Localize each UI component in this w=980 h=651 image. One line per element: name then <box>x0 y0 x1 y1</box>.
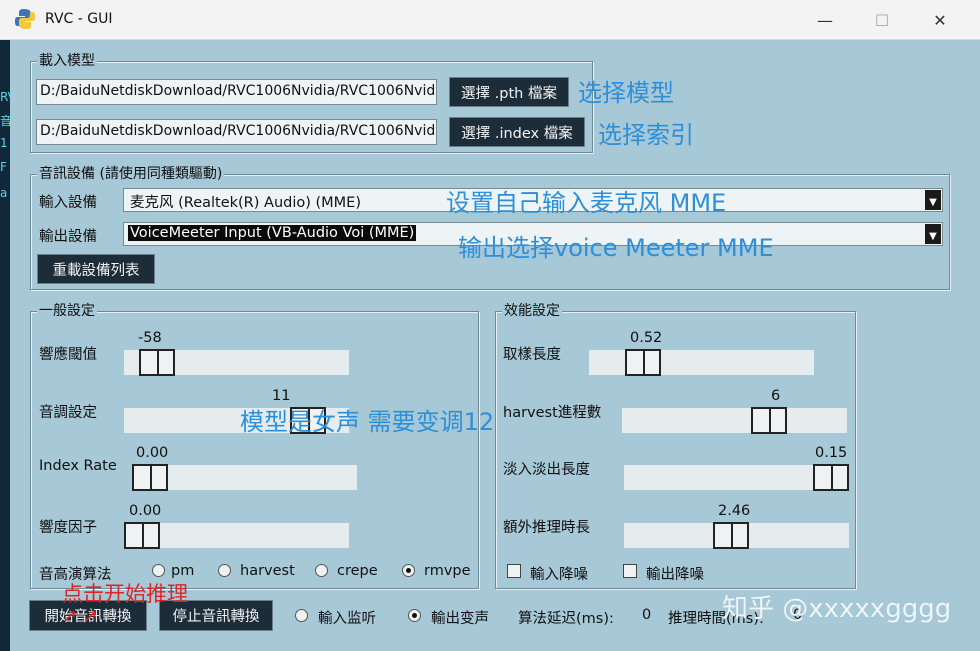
input-denoise-label: 輸入降噪 <box>530 567 588 583</box>
response-threshold-value: -58 <box>138 330 162 346</box>
harvest-procs-label: harvest進程數 <box>503 405 602 421</box>
input-monitor-radio[interactable] <box>295 609 308 622</box>
radio-harvest-label: harvest <box>240 563 295 579</box>
minimize-button[interactable]: — <box>796 0 854 40</box>
extra-time-value: 2.46 <box>718 503 751 519</box>
select-index-button[interactable]: 選擇 .index 檔案 <box>449 117 585 147</box>
harvest-procs-slider[interactable] <box>622 407 847 434</box>
radio-harvest[interactable] <box>218 564 231 577</box>
python-icon <box>15 9 35 29</box>
pth-path-input[interactable]: D:/BaiduNetdiskDownload/RVC1006Nvidia/RV… <box>36 79 437 105</box>
group-title: 音訊設備 (請使用同種類驅動) <box>37 165 225 183</box>
crossfade-value: 0.15 <box>815 445 848 461</box>
output-voice-radio[interactable] <box>408 609 421 622</box>
pitch-label: 音調設定 <box>39 405 97 421</box>
watermark: 知乎 @xxxxxgggg <box>722 594 952 624</box>
annotation-set-output: 输出选择voice Meeter MME <box>458 234 774 262</box>
fragment-text: F <box>0 160 7 174</box>
fragment-text: 音 <box>0 114 10 128</box>
index-rate-label: Index Rate <box>39 458 117 474</box>
extra-time-label: 額外推理時長 <box>503 520 590 536</box>
rms-mix-slider[interactable] <box>124 522 349 549</box>
slider-handle[interactable] <box>625 349 661 376</box>
annotation-select-index: 选择索引 <box>598 121 694 149</box>
chevron-down-icon: ▼ <box>925 224 941 244</box>
group-title: 效能設定 <box>502 302 562 320</box>
select-pth-button[interactable]: 選擇 .pth 檔案 <box>449 77 569 107</box>
fragment-text: RV <box>0 90 10 104</box>
extra-time-slider[interactable] <box>624 522 849 549</box>
output-denoise-label: 輸出降噪 <box>646 567 704 583</box>
slider-handle[interactable] <box>751 407 787 434</box>
annotation-pitch-note: 模型是女声 需要变调12 <box>240 408 495 436</box>
fragment-text: a <box>0 186 8 200</box>
response-threshold-label: 響應閾值 <box>39 347 97 363</box>
response-threshold-slider[interactable] <box>124 349 349 376</box>
input-device-label: 輸入設備 <box>39 195 97 211</box>
input-denoise-checkbox[interactable] <box>507 564 521 578</box>
close-button[interactable]: ✕ <box>911 0 969 40</box>
input-monitor-label: 輸入监听 <box>318 611 376 627</box>
annotation-start-note: 点击开始推理 <box>62 582 188 606</box>
sample-length-label: 取樣長度 <box>503 347 561 363</box>
radio-rmvpe[interactable] <box>402 564 415 577</box>
input-device-value: 麦克风 (Realtek(R) Audio) (MME) <box>130 195 362 211</box>
output-device-label: 輸出設備 <box>39 229 97 245</box>
output-voice-label: 輸出变声 <box>431 611 489 627</box>
index-rate-slider[interactable] <box>132 464 357 491</box>
rms-mix-value: 0.00 <box>129 503 162 519</box>
reload-devices-button[interactable]: 重載設備列表 <box>37 254 155 284</box>
slider-handle[interactable] <box>124 522 160 549</box>
arrow-icon: ↗ ↗ <box>62 606 98 627</box>
latency-label: 算法延迟(ms): <box>518 611 614 627</box>
slider-handle[interactable] <box>132 464 168 491</box>
maximize-button[interactable]: ☐ <box>853 0 911 40</box>
window-title: RVC - GUI <box>45 11 113 27</box>
group-title: 一般設定 <box>37 302 97 320</box>
radio-crepe-label: crepe <box>337 563 378 579</box>
annotation-select-model: 选择模型 <box>578 79 674 107</box>
group-title: 載入模型 <box>37 52 97 70</box>
radio-pm-label: pm <box>171 563 195 579</box>
radio-rmvpe-label: rmvpe <box>424 563 471 579</box>
slider-handle[interactable] <box>713 522 749 549</box>
background-window-fragment: RV 音 1 F a <box>0 40 10 651</box>
slider-handle[interactable] <box>813 464 849 491</box>
index-rate-value: 0.00 <box>136 445 169 461</box>
rms-mix-label: 響度因子 <box>39 520 97 536</box>
crossfade-label: 淡入淡出長度 <box>503 462 590 478</box>
sample-length-slider[interactable] <box>589 349 814 376</box>
crossfade-slider[interactable] <box>624 464 849 491</box>
sample-length-value: 0.52 <box>630 330 663 346</box>
title-bar: RVC - GUI — ☐ ✕ <box>0 0 980 40</box>
output-device-value: VoiceMeeter Input (VB-Audio Voi (MME) <box>128 225 417 241</box>
latency-value: 0 <box>642 607 652 623</box>
fragment-text: 1 <box>0 136 8 150</box>
radio-pm[interactable] <box>152 564 165 577</box>
index-path-input[interactable]: D:/BaiduNetdiskDownload/RVC1006Nvidia/RV… <box>36 119 437 145</box>
radio-crepe[interactable] <box>315 564 328 577</box>
output-denoise-checkbox[interactable] <box>623 564 637 578</box>
annotation-set-input: 设置自己输入麦克风 MME <box>446 189 727 217</box>
harvest-procs-value: 6 <box>771 388 781 404</box>
chevron-down-icon: ▼ <box>925 190 941 210</box>
slider-handle[interactable] <box>139 349 175 376</box>
